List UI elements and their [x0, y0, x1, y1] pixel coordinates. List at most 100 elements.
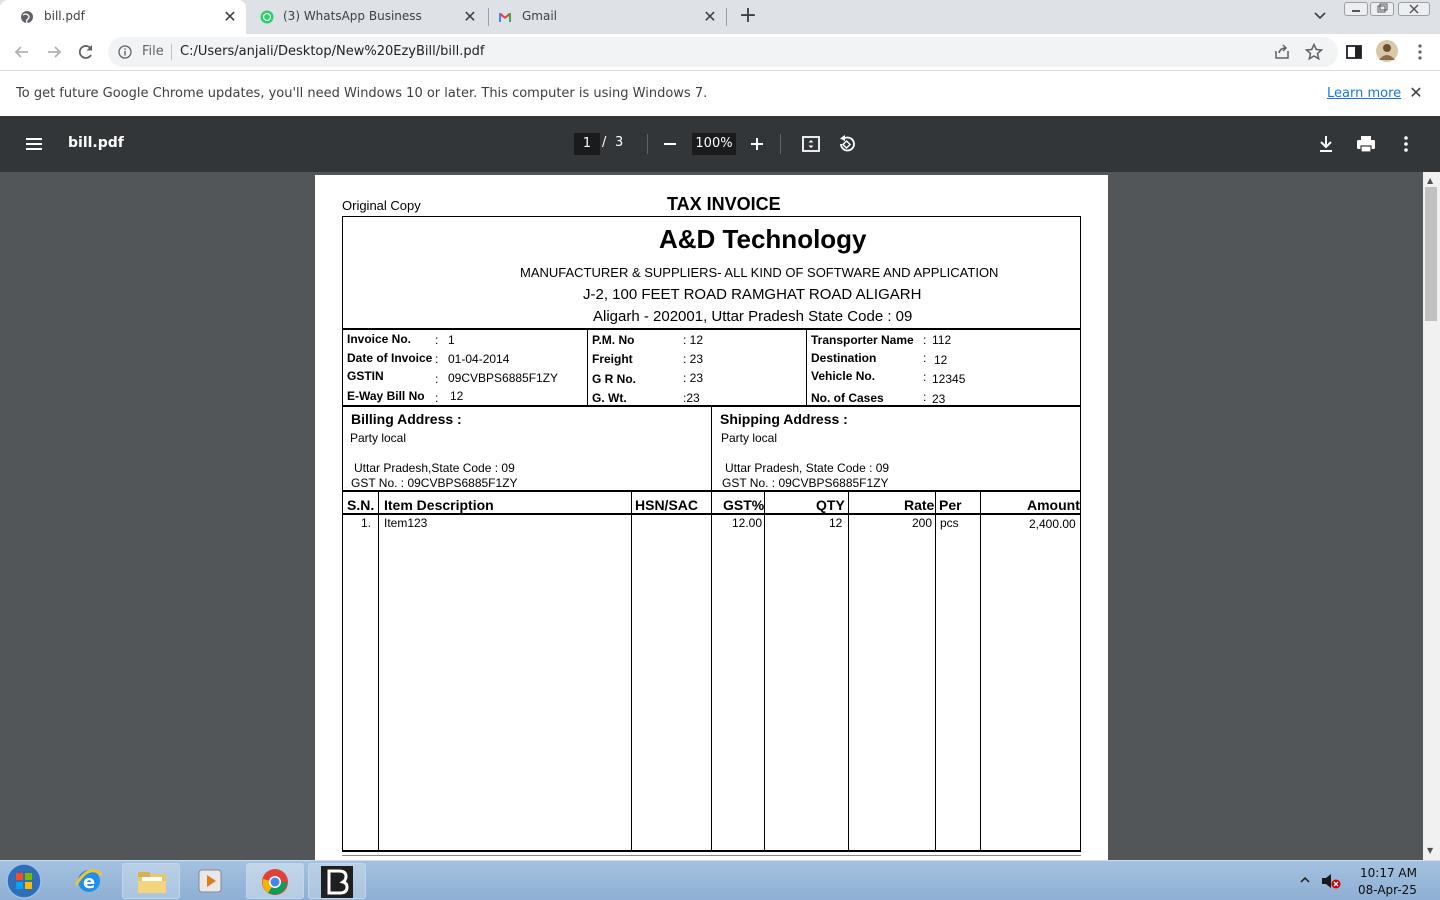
tab-title: Gmail	[522, 9, 558, 23]
tab-search-chevron-icon[interactable]	[1312, 8, 1328, 24]
close-tab-icon[interactable]: ✕	[462, 9, 478, 25]
clock-date[interactable]: 08-Apr-25	[1358, 883, 1417, 897]
fit-to-page-icon[interactable]	[800, 133, 822, 155]
zoom-out-icon[interactable]	[659, 133, 681, 155]
omnibox-divider	[171, 44, 172, 60]
address-bar[interactable]: File C:/Users/anjali/Desktop/New%20EzyBi…	[108, 37, 1338, 67]
table-cell-amount: 2,400.00	[1029, 517, 1076, 531]
vertical-scrollbar[interactable]: ▲ ▼	[1423, 172, 1440, 860]
learn-more-link[interactable]: Learn more	[1327, 86, 1401, 101]
divider	[342, 850, 1081, 852]
table-header-sn: S.N.	[347, 497, 375, 513]
chrome-menu-icon[interactable]	[1410, 42, 1430, 62]
table-header-hsn: HSN/SAC	[635, 497, 699, 513]
close-window-button[interactable]	[1398, 2, 1430, 16]
vehicle-no-label: Vehicle No.	[811, 369, 876, 383]
cases-label: No. of Cases	[811, 391, 884, 405]
zoom-in-icon[interactable]	[746, 133, 768, 155]
bookmark-star-icon[interactable]	[1304, 42, 1324, 62]
chrome-icon	[262, 869, 288, 895]
table-header-amount: Amount	[1027, 497, 1080, 513]
minimize-button[interactable]	[1344, 2, 1368, 16]
page-total: 3	[615, 135, 624, 150]
divider	[342, 855, 1081, 856]
restore-button[interactable]	[1370, 2, 1394, 16]
invoice-title: TAX INVOICE	[667, 194, 781, 214]
media-player-icon[interactable]	[196, 866, 226, 896]
close-tab-icon[interactable]: ✕	[222, 9, 238, 25]
side-panel-icon[interactable]	[1344, 42, 1364, 62]
table-header-rate: Rate	[904, 497, 935, 513]
freight-value: : 23	[683, 352, 704, 366]
start-button-icon[interactable]	[4, 862, 44, 900]
hamburger-menu-icon[interactable]	[24, 134, 44, 154]
show-hidden-icons-icon[interactable]	[1299, 875, 1311, 885]
destination-value: 12	[934, 353, 948, 367]
forward-arrow-icon[interactable]	[44, 42, 64, 62]
pm-no-label: P.M. No	[592, 333, 635, 347]
invoice-no-label: Invoice No.	[347, 332, 412, 346]
divider	[806, 329, 807, 406]
page-number-input[interactable]: 1	[574, 133, 600, 155]
share-icon[interactable]	[1272, 42, 1292, 62]
clock-time[interactable]: 10:17 AM	[1360, 866, 1417, 880]
more-options-icon[interactable]	[1395, 133, 1417, 155]
scroll-up-icon[interactable]: ▲	[1427, 176, 1433, 185]
colon: :	[923, 351, 927, 365]
company-address-1: J-2, 100 FEET ROAD RAMGHAT ROAD ALIGARH	[583, 286, 922, 303]
transporter-value: 112	[932, 333, 952, 347]
taskbar: e 10:17 AM 08-Apr-25	[0, 860, 1440, 900]
billing-heading: Billing Address :	[351, 411, 462, 427]
divider	[342, 513, 1081, 515]
gstin-value: 09CVBPS6885F1ZY	[448, 371, 559, 385]
ezybill-app-icon	[321, 866, 353, 898]
back-arrow-icon[interactable]	[12, 42, 32, 62]
eway-bill-value: 12	[450, 389, 464, 403]
url-text[interactable]: C:/Users/anjali/Desktop/New%20EzyBill/bi…	[180, 44, 484, 59]
gstin-label: GSTIN	[347, 369, 384, 383]
volume-muted-icon[interactable]	[1320, 872, 1342, 890]
transporter-label: Transporter Name	[811, 333, 914, 347]
zoom-level-input[interactable]: 100%	[692, 133, 736, 155]
pm-no-value: : 12	[683, 333, 704, 347]
internet-explorer-icon[interactable]: e	[72, 865, 106, 897]
print-icon[interactable]	[1355, 133, 1377, 155]
pdf-viewer-area[interactable]: Original Copy TAX INVOICE A&D Technology…	[0, 172, 1440, 860]
scroll-down-icon[interactable]: ▼	[1427, 846, 1433, 855]
close-infobar-icon[interactable]: ✕	[1408, 85, 1424, 101]
chrome-taskbar-button[interactable]	[246, 863, 304, 899]
gross-weight-label: G. Wt.	[592, 391, 627, 405]
copy-label: Original Copy	[342, 198, 421, 213]
divider	[711, 406, 712, 490]
table-cell-description: Item123	[384, 516, 428, 530]
invoice-no-value: 1	[448, 333, 455, 347]
freight-label: Freight	[592, 352, 633, 366]
invoice-date-value: 01-04-2014	[448, 352, 510, 366]
new-tab-button[interactable]: +	[737, 5, 759, 27]
download-icon[interactable]	[1315, 133, 1337, 155]
file-explorer-button[interactable]	[122, 863, 180, 899]
frame-left	[342, 216, 343, 850]
shipping-party: Party local	[721, 431, 778, 445]
close-tab-icon[interactable]: ✕	[702, 9, 718, 25]
colon: :	[435, 352, 439, 366]
tab-bill-pdf[interactable]: bill.pdf ✕	[0, 0, 246, 34]
ezybill-taskbar-button[interactable]	[308, 863, 366, 899]
scrollbar-thumb[interactable]	[1425, 187, 1437, 321]
company-name: A&D Technology	[659, 224, 867, 254]
tab-gmail[interactable]: Gmail ✕	[488, 0, 726, 34]
frame-right	[1080, 216, 1081, 850]
profile-avatar[interactable]	[1376, 40, 1398, 62]
table-header-per: Per	[939, 497, 962, 513]
table-cell-rate: 200	[912, 516, 933, 530]
tab-separator	[726, 8, 727, 26]
toolbar-divider	[647, 134, 648, 154]
info-icon[interactable]	[118, 45, 132, 59]
rotate-icon[interactable]	[836, 133, 858, 155]
reload-icon[interactable]	[76, 42, 96, 62]
tab-strip: bill.pdf ✕ (3) WhatsApp Business ✕ Gmail…	[0, 0, 1440, 34]
tab-whatsapp[interactable]: (3) WhatsApp Business ✕	[246, 0, 488, 34]
toolbar-divider	[780, 134, 781, 154]
pdf-file-title: bill.pdf	[68, 135, 124, 151]
table-cell-per: pcs	[940, 516, 959, 530]
